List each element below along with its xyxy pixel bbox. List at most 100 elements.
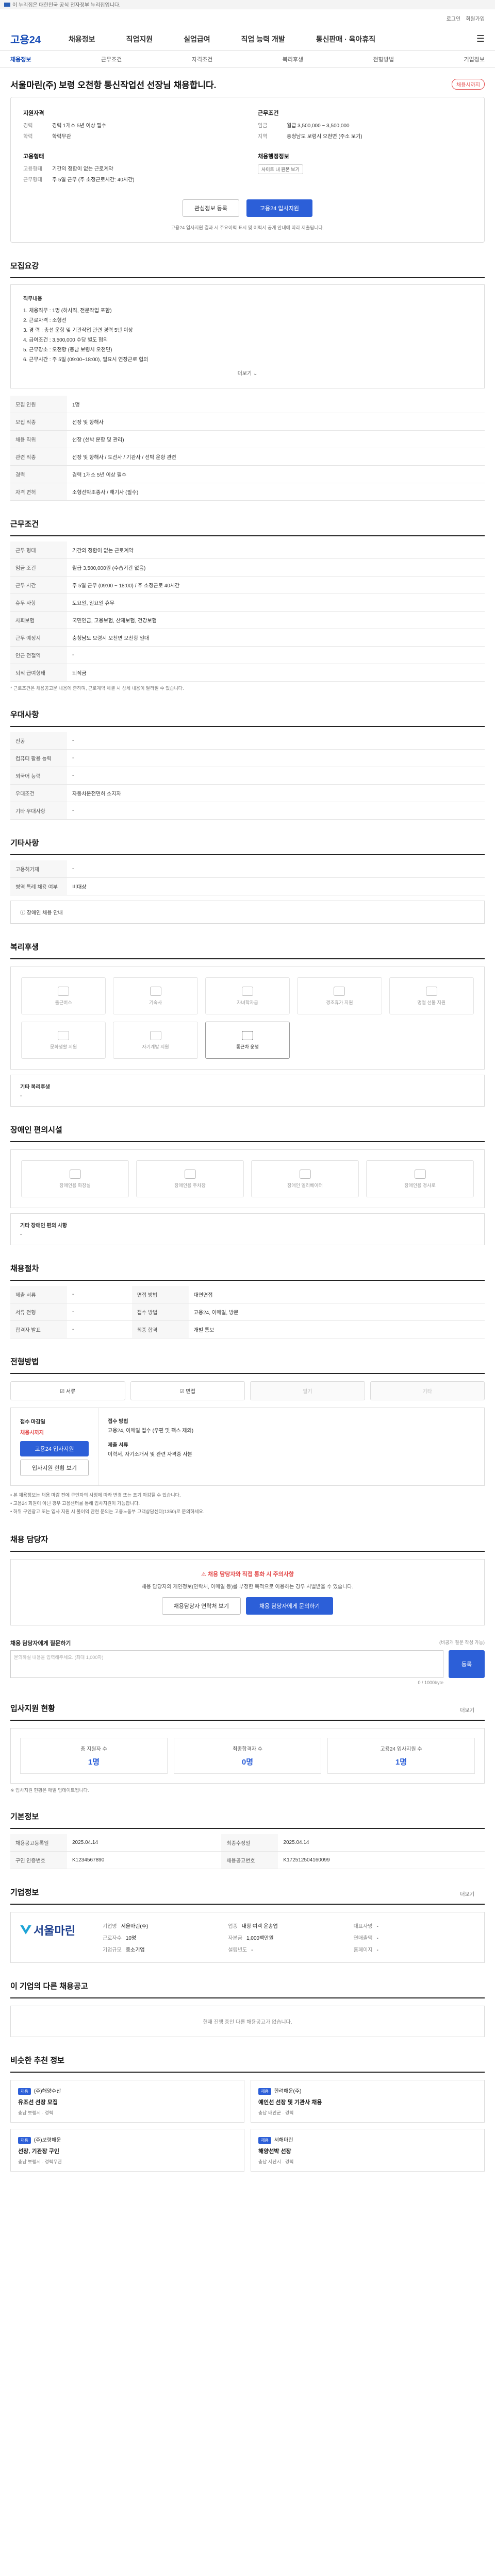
tab-welfare[interactable]: 복리후생 xyxy=(283,55,303,63)
stats-more-link[interactable]: 더보기 xyxy=(460,1706,474,1714)
empty-state: 현재 진행 중인 다른 채용공고가 없습니다. xyxy=(10,2005,485,2037)
apply-method-heading: 접수 방법 xyxy=(108,1419,128,1425)
gnb-menu: 채용정보 직업지원 실업급여 직업 능력 개발 통신판매 · 육아휴직 xyxy=(69,34,476,44)
company-more-link[interactable]: 더보기 xyxy=(460,1890,474,1897)
company-field-label: 기업규모 xyxy=(103,1947,122,1953)
company-field: 설립년도 - xyxy=(228,1945,349,1953)
check-icon: ☑ xyxy=(179,1389,185,1395)
tab-conditions[interactable]: 근무조건 xyxy=(101,55,122,63)
welfare-item: 명절 선물 지원 xyxy=(389,977,474,1014)
cell-label: 채용공고등록일 xyxy=(10,1834,67,1852)
recommend-card[interactable]: 채용 (주)해양수산 유조선 선장 모집 충남 보령시 · 경력 xyxy=(10,2079,244,2123)
parking-icon xyxy=(184,1169,196,1179)
original-link[interactable]: 사이트 내 원본 보기 xyxy=(258,164,303,174)
cell-label: 채용 직위 xyxy=(10,430,67,448)
welfare-item: 문화생활 지원 xyxy=(21,1022,106,1059)
rec-tag: 채용 xyxy=(258,2088,271,2095)
tab-company[interactable]: 기업정보 xyxy=(464,55,484,63)
recommend-card[interactable]: 채용 (주)보령해운 선장, 기관장 구인 충남 보령시 · 경력무관 xyxy=(10,2128,244,2172)
section-title: 비슷한 추천 정보 xyxy=(10,2037,485,2073)
cell-value: - xyxy=(67,860,485,878)
table-row: 채용공고등록일 2025.04.14 최종수정일 2025.04.14 xyxy=(10,1834,485,1852)
car-icon xyxy=(241,1030,253,1040)
ask-contact-button[interactable]: 채용 담당자에게 문의하기 xyxy=(245,1597,334,1615)
welfare-grid: 출근버스 기숙사 자녀학자금 경조휴가 지원 명절 선물 지원 문화생활 지원 … xyxy=(10,967,485,1070)
label: 임금 xyxy=(258,123,268,129)
gnb-item[interactable]: 실업급여 xyxy=(184,34,210,44)
gnb-item[interactable]: 통신판매 · 육아휴직 xyxy=(316,34,375,44)
welfare-label: 명절 선물 지원 xyxy=(417,999,446,1005)
apply-button[interactable]: 고용24 입사지원 xyxy=(246,199,312,217)
view-contact-button[interactable]: 채용담당자 연락처 보기 xyxy=(161,1597,241,1615)
rec-company: 서해마린 xyxy=(274,2137,293,2143)
tab-qualification[interactable]: 자격조건 xyxy=(192,55,212,63)
inquiry-submit-button[interactable]: 등록 xyxy=(449,1650,485,1678)
location-value: 충청남도 보령시 오천면 (주소 보기) xyxy=(287,134,362,140)
stat-card: 고용24 입사지원 수 1명 xyxy=(327,1737,475,1774)
rec-meta: 충남 서산시 · 경력 xyxy=(258,2159,294,2164)
apply-box: 접수 마감일 채용시까지 고용24 입사지원 입사지원 현황 보기 접수 방법 … xyxy=(10,1408,485,1486)
inquiry-textarea[interactable]: 문의하실 내용을 입력해주세요. (최대 1,000자) xyxy=(10,1650,443,1678)
cell-label: 퇴직 급여형태 xyxy=(10,664,67,682)
cell-value: 월급 3,500,000원 (수습기간 없음) xyxy=(67,558,485,577)
cell-label: 면접 방법 xyxy=(131,1286,189,1303)
welfare-item: 자녀학자금 xyxy=(205,977,290,1014)
gnb-item[interactable]: 직업지원 xyxy=(126,34,153,44)
section-title: 기타사항 xyxy=(10,820,485,855)
method-written: 필기 xyxy=(250,1381,365,1400)
welfare-item: 통근차 운행 xyxy=(205,1022,290,1059)
apply-button-2[interactable]: 고용24 입사지원 xyxy=(20,1441,89,1456)
recommend-card[interactable]: 채용 서해마린 해양선박 선장 충남 서산시 · 경력 xyxy=(251,2128,485,2172)
company-field: 홈페이지 - xyxy=(354,1945,475,1953)
table-row: 임금 조건 월급 3,500,000원 (수습기간 없음) xyxy=(10,558,485,577)
summary-heading: 채용행정정보 xyxy=(258,154,289,160)
rec-company: (주)보령해운 xyxy=(34,2137,61,2143)
company-mark-icon xyxy=(20,1925,31,1935)
deadline-value: 채용시까지 xyxy=(20,1430,44,1436)
recommend-grid: 채용 (주)해양수산 유조선 선장 모집 충남 보령시 · 경력 채용 한려해운(주) 예… xyxy=(10,2079,485,2172)
more-button[interactable]: 더보기 ⌄ xyxy=(23,369,472,379)
section-title: 입사지원 현황 더보기 xyxy=(10,1685,485,1721)
facility-label: 장애인용 화장실 xyxy=(59,1182,91,1188)
tab-recruit[interactable]: 채용정보 xyxy=(10,55,31,63)
table-row: 관련 직종 선장 및 항해사 / 도선사 / 기관사 / 선박 운항 관련 xyxy=(10,448,485,466)
like-button[interactable]: 관심정보 등록 xyxy=(183,199,239,217)
method-label: 기타 xyxy=(422,1389,432,1395)
util-bar: 로그인 회원가입 xyxy=(0,9,495,27)
table-row: 사회보험 국민연금, 고용보험, 산재보험, 건강보험 xyxy=(10,611,485,629)
inquiry-counter: 0 / 1000byte xyxy=(418,1680,443,1685)
site-logo[interactable]: 고용24 xyxy=(10,31,41,46)
welfare-extra-heading: 기타 복리후생 xyxy=(20,1084,50,1090)
menu-icon[interactable]: ☰ xyxy=(476,33,485,44)
detail-line: 4. 급여조건 : 3,500,000 수당 별도 협의 xyxy=(23,337,108,343)
gov-banner: 이 누리집은 대한민국 공식 전자정부 누리집입니다. xyxy=(0,0,495,9)
detail-line: 5. 근무장소 : 오천항 (충남 보령시 오천면) xyxy=(23,347,112,353)
rec-tag: 채용 xyxy=(18,2137,31,2144)
cell-value: 1명 xyxy=(67,396,485,413)
apply-status-button[interactable]: 입사지원 현황 보기 xyxy=(20,1460,89,1476)
cell-value: - xyxy=(67,732,485,750)
cell-label: 고용허가제 xyxy=(10,860,67,878)
cell-label: 근무 시간 xyxy=(10,576,67,594)
page-bottom-space xyxy=(0,2172,495,2264)
join-link[interactable]: 회원가입 xyxy=(466,14,485,22)
cell-label: 외국어 능력 xyxy=(10,767,67,785)
rec-tag: 채용 xyxy=(18,2088,31,2095)
cell-label: 컴퓨터 활용 능력 xyxy=(10,749,67,767)
gnb-item[interactable]: 채용정보 xyxy=(69,34,95,44)
cell-label: 관련 직종 xyxy=(10,448,67,466)
method-label: 서류 xyxy=(65,1389,76,1395)
cell-label: 기타 우대사항 xyxy=(10,802,67,820)
recommend-card[interactable]: 채용 한려해운(주) 예인선 선장 및 기관사 채용 충남 태안군 · 경력 xyxy=(251,2079,485,2123)
cell-value: - xyxy=(67,767,485,785)
summary-box: 지원자격 경력 경력 1개소 5년 이상 필수 학력 학력무관 근무조건 임금 월급 … xyxy=(10,97,485,243)
elevator-icon xyxy=(299,1169,311,1179)
cell-value: 비대상 xyxy=(67,877,485,895)
rec-title: 해양선박 선장 xyxy=(258,2148,291,2155)
disability-extra: 기타 장애인 편의 사항 - xyxy=(10,1213,485,1245)
documents-value: 이력서, 자기소개서 및 관련 자격증 사본 xyxy=(108,1452,192,1458)
gnb-item[interactable]: 직업 능력 개발 xyxy=(241,34,285,44)
login-link[interactable]: 로그인 xyxy=(447,14,461,22)
company-field-value: - xyxy=(376,1935,378,1941)
tab-process[interactable]: 전형방법 xyxy=(373,55,394,63)
